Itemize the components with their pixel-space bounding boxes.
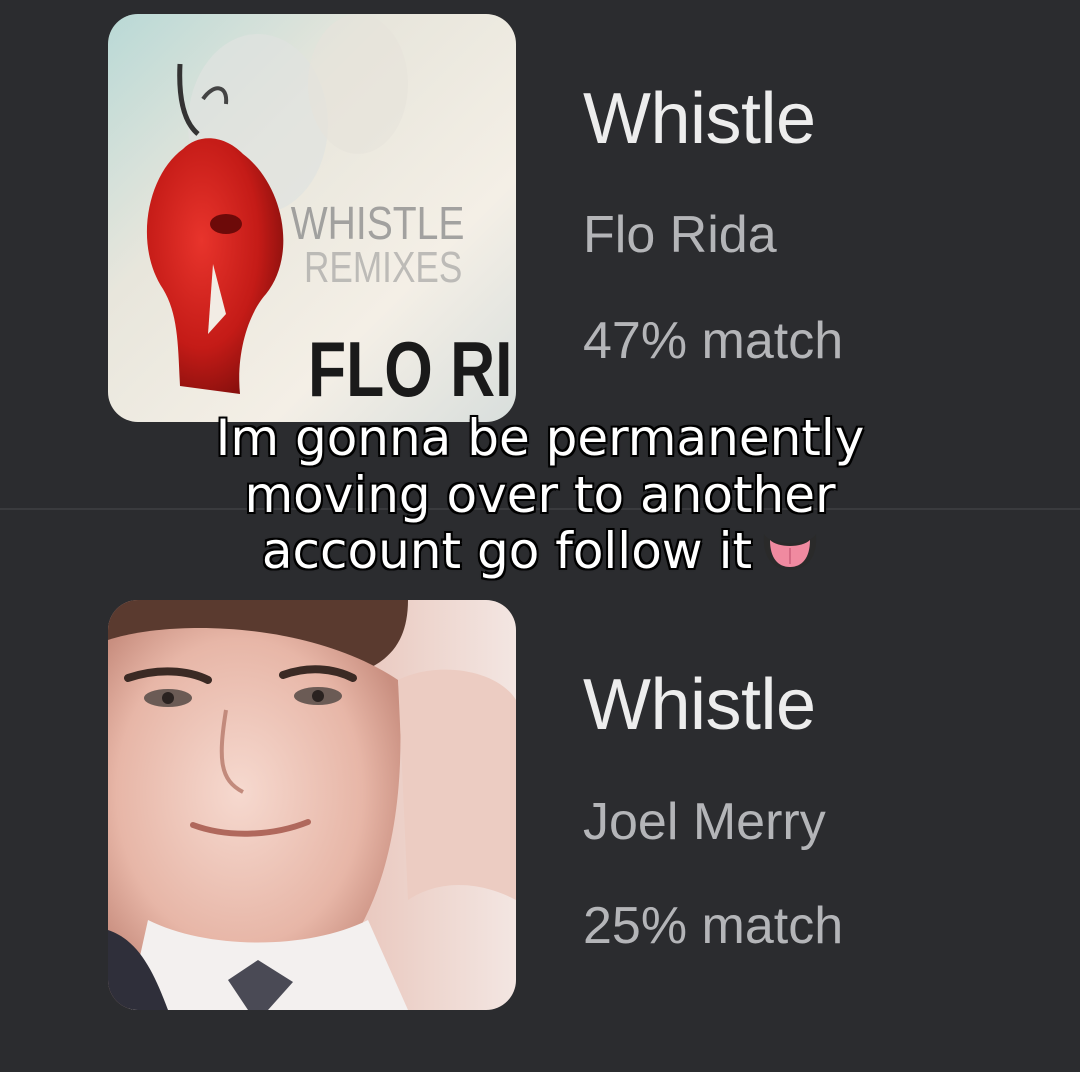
caption-line-3-wrap: account go follow it bbox=[60, 522, 1020, 581]
caption-line-2: moving over to another bbox=[243, 465, 836, 524]
cover-text-artist: FLO RIDA bbox=[308, 325, 516, 412]
song-title[interactable]: Whistle bbox=[583, 78, 816, 160]
cover-text-remixes: REMIXES bbox=[304, 243, 462, 292]
caption-line-1: Im gonna be permanently bbox=[215, 409, 866, 467]
caption-line-3: account go follow it bbox=[261, 522, 753, 581]
tongue-face-emoji-icon bbox=[763, 534, 817, 570]
song-title[interactable]: Whistle bbox=[583, 664, 816, 746]
results-screen: WHISTLE REMIXES FLO RIDA Whistle Flo Rid… bbox=[0, 0, 1080, 1072]
portrait-photo bbox=[108, 600, 516, 1010]
match-percent: 25% match bbox=[583, 897, 844, 955]
artist-name[interactable]: Joel Merry bbox=[583, 792, 826, 852]
artist-name[interactable]: Flo Rida bbox=[583, 205, 777, 265]
album-cover-flo-rida[interactable]: WHISTLE REMIXES FLO RIDA bbox=[108, 14, 516, 422]
match-percent: 47% match bbox=[583, 312, 844, 370]
album-cover-joel-merry[interactable] bbox=[108, 600, 516, 1010]
album-art-whistle-remixes: WHISTLE REMIXES FLO RIDA bbox=[108, 14, 516, 422]
caption-overlay: Im gonna be permanently moving over to a… bbox=[60, 409, 1020, 581]
cover-text-whistle: WHISTLE bbox=[291, 198, 465, 250]
